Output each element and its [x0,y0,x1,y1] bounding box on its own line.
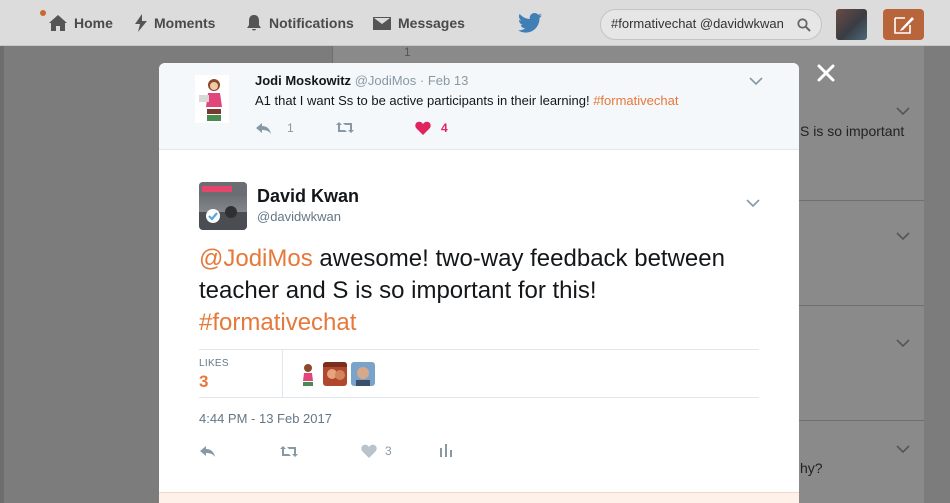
main-tweet-name[interactable]: David Kwan [257,186,359,207]
liker-avatar[interactable] [351,362,375,386]
top-navigation-bar: Home Moments Notifications Messages [0,0,950,46]
parent-tweet-avatar[interactable] [195,75,229,123]
search-input[interactable] [611,16,791,31]
main-tweet-text: @JodiMos awesome! two-way feedback betwe… [199,243,759,339]
like-count: 3 [385,444,392,458]
parent-tweet-name[interactable]: Jodi Moskowitz [255,73,351,88]
main-tweet-handle[interactable]: @davidwkwan [257,209,341,224]
parent-reply-count: 1 [287,121,294,135]
reply-icon [200,446,215,457]
background-separator [798,305,924,306]
search-icon[interactable] [797,18,811,32]
like-button[interactable]: 3 [361,444,392,458]
parent-tweet-header: Jodi Moskowitz @JodiMos · Feb 13 [255,73,468,88]
parent-tweet-body: A1 that I want Ss to be active participa… [255,93,594,108]
parent-like-button[interactable]: 4 [415,121,448,135]
chevron-down-icon[interactable] [896,444,910,454]
heart-icon [361,444,377,458]
nav-home[interactable]: Home [48,0,113,46]
background-snippet-2: hy? [800,460,823,476]
retweet-button[interactable] [279,445,299,458]
liker-avatar-image [323,362,347,386]
parent-tweet-hashtag[interactable]: #formativechat [593,93,678,108]
liker-avatar[interactable] [295,362,319,386]
main-tweet-mention[interactable]: @JodiMos [199,245,313,272]
envelope-icon [373,17,391,30]
background-snippet-1: S is so important [800,123,905,139]
parent-tweet-handle[interactable]: @JodiMos [355,73,417,88]
nav-messages[interactable]: Messages [372,0,465,46]
notification-dot [40,10,46,16]
background-reply-count: 1 [404,45,411,59]
close-icon[interactable] [816,63,836,83]
nav-messages-label: Messages [398,15,465,31]
chevron-down-icon[interactable] [746,199,760,208]
parent-retweet-button[interactable] [335,121,355,134]
bell-icon [247,15,261,31]
search-box[interactable] [600,9,822,40]
tweet-timestamp[interactable]: 4:44 PM - 13 Feb 2017 [199,411,332,426]
nav-notifications-label: Notifications [269,15,354,31]
analytics-bar-icon [440,444,452,457]
reply-box-edge [159,492,799,503]
reply-icon [256,123,271,134]
twitter-bird-icon[interactable] [518,13,542,33]
liker-avatar-image [351,362,375,386]
chevron-down-icon[interactable] [896,338,910,348]
reply-button[interactable] [199,445,217,457]
user-avatar[interactable] [836,9,867,40]
avatar-illustration [199,79,222,121]
parent-reply-button[interactable]: 1 [255,121,294,135]
liker-avatar[interactable] [323,362,347,386]
home-icon [49,15,67,31]
stats-divider [282,350,283,398]
chevron-down-icon[interactable] [749,77,763,86]
analytics-button[interactable] [439,443,453,457]
retweet-icon [336,122,354,133]
lightning-icon [135,14,147,32]
left-page-edge [0,46,4,503]
tweet-permalink-modal: Jodi Moskowitz @JodiMos · Feb 13 A1 that… [159,63,799,503]
compose-tweet-button[interactable] [883,9,924,40]
avatar-photo [199,182,247,230]
compose-quill-icon [893,16,914,34]
background-separator [798,420,924,421]
nav-moments-label: Moments [154,15,216,31]
main-tweet-hashtag[interactable]: #formativechat [199,309,356,336]
chevron-down-icon[interactable] [896,106,910,116]
retweet-icon [280,446,298,457]
background-tweet-actions: 1 [404,45,411,59]
parent-tweet-text: A1 that I want Ss to be active participa… [255,93,678,108]
nav-home-label: Home [74,15,113,31]
likes-label: LIKES [199,358,229,369]
heart-filled-icon [415,121,431,135]
background-separator [798,200,924,201]
liker-avatar-image [295,362,319,386]
parent-tweet[interactable]: Jodi Moskowitz @JodiMos · Feb 13 A1 that… [159,63,799,150]
tweet-stats: LIKES 3 [199,349,759,398]
parent-tweet-date[interactable]: · Feb 13 [420,73,468,88]
likes-count[interactable]: 3 [199,372,208,392]
main-tweet-avatar[interactable] [199,182,247,230]
parent-like-count: 4 [441,121,448,135]
chevron-down-icon[interactable] [896,231,910,241]
nav-moments[interactable]: Moments [134,0,215,46]
nav-notifications[interactable]: Notifications [245,0,354,46]
